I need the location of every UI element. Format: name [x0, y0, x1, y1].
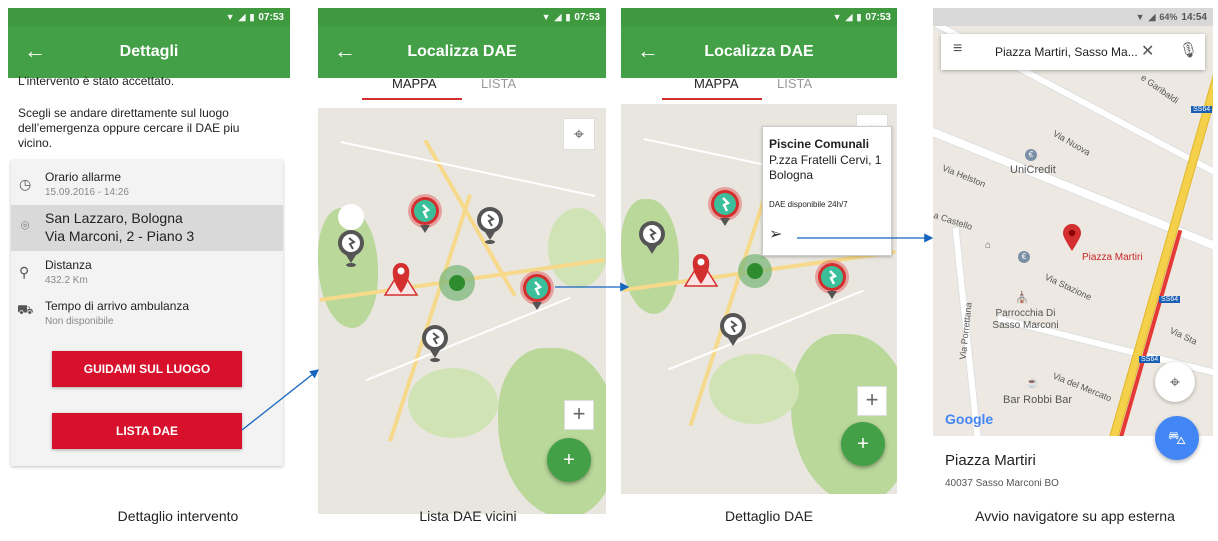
caption-dettaglio-dae: Dettaglio DAE [725, 508, 813, 524]
caption-lista-dae: Lista DAE vicini [419, 508, 517, 524]
flow-arrows [241, 233, 934, 431]
flow-arrow-1 [241, 369, 320, 431]
caption-navigatore: Avvio navigatore su app esterna [975, 508, 1175, 524]
caption-dettaglio-intervento: Dettaglio intervento [117, 508, 239, 524]
